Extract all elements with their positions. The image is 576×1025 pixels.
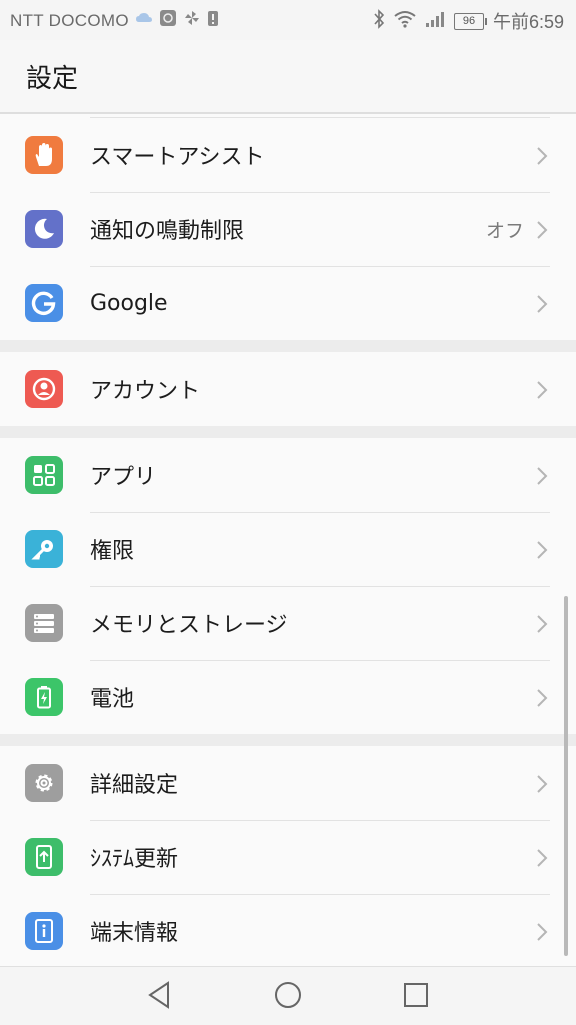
chevron-right-icon bbox=[536, 540, 548, 564]
settings-item-battery[interactable]: 電池 bbox=[0, 660, 576, 734]
storage-icon bbox=[25, 604, 63, 642]
clock: 午前6:59 bbox=[492, 12, 564, 32]
alert-icon bbox=[207, 9, 219, 32]
hand-icon bbox=[25, 136, 63, 174]
chevron-right-icon bbox=[536, 220, 548, 244]
carrier-name: NTT DOCOMO bbox=[10, 10, 129, 30]
home-icon[interactable] bbox=[273, 980, 303, 1014]
group-divider bbox=[0, 734, 576, 746]
chevron-right-icon bbox=[536, 774, 548, 798]
chevron-right-icon bbox=[536, 466, 548, 490]
settings-group: アカウント bbox=[0, 352, 576, 426]
pinwheel-icon bbox=[183, 9, 201, 32]
chevron-right-icon bbox=[536, 294, 548, 318]
group-divider bbox=[0, 340, 576, 352]
wifi-icon bbox=[394, 10, 416, 33]
settings-item-label: メモリとストレージ bbox=[90, 613, 288, 638]
moon-icon bbox=[25, 210, 63, 248]
sim-icon bbox=[159, 9, 177, 32]
chevron-right-icon bbox=[536, 380, 548, 404]
settings-item-label: ｼｽﾃﾑ更新 bbox=[90, 847, 179, 872]
back-icon[interactable] bbox=[146, 980, 174, 1014]
settings-item-apps[interactable]: アプリ bbox=[0, 438, 576, 512]
settings-item-label: 通知の鳴動制限 bbox=[90, 219, 245, 244]
settings-item-label: 電池 bbox=[90, 687, 135, 712]
settings-list[interactable]: スマートアシスト 通知の鳴動制限 オフ Google アカウント アプリ 権限 … bbox=[0, 114, 576, 966]
chevron-right-icon bbox=[536, 848, 548, 872]
recents-icon[interactable] bbox=[402, 980, 430, 1014]
settings-item-permissions[interactable]: 権限 bbox=[0, 512, 576, 586]
gear-icon bbox=[25, 764, 63, 802]
chevron-right-icon bbox=[536, 922, 548, 946]
settings-item-label: 詳細設定 bbox=[90, 773, 179, 798]
google-icon bbox=[25, 284, 63, 322]
page-title: 設定 bbox=[26, 64, 79, 94]
settings-item-label: アカウント bbox=[90, 379, 201, 404]
settings-item-value: オフ bbox=[485, 219, 524, 242]
chevron-right-icon bbox=[536, 688, 548, 712]
settings-item-google[interactable]: Google bbox=[0, 266, 576, 340]
status-bar: NTT DOCOMO 96 午前6:59 bbox=[0, 0, 576, 40]
signal-icon bbox=[425, 10, 445, 33]
chevron-right-icon bbox=[536, 614, 548, 638]
scrollbar[interactable] bbox=[564, 596, 568, 956]
battery-indicator: 96 bbox=[453, 12, 487, 30]
settings-item-label: アプリ bbox=[90, 465, 157, 490]
settings-item-label: 権限 bbox=[90, 539, 135, 564]
key-icon bbox=[25, 530, 63, 568]
settings-item-memory-storage[interactable]: メモリとストレージ bbox=[0, 586, 576, 660]
settings-group: スマートアシスト 通知の鳴動制限 オフ Google bbox=[0, 114, 576, 340]
chevron-right-icon bbox=[536, 146, 548, 170]
settings-group: アプリ 権限 メモリとストレージ 電池 bbox=[0, 438, 576, 734]
navigation-bar bbox=[0, 966, 576, 1025]
apps-icon bbox=[25, 456, 63, 494]
settings-item-smart-assist[interactable]: スマートアシスト bbox=[0, 118, 576, 192]
cloud-sync-icon bbox=[135, 11, 153, 30]
settings-item-label: Google bbox=[90, 290, 168, 316]
bluetooth-icon bbox=[373, 8, 385, 34]
settings-item-about-device[interactable]: 端末情報 bbox=[0, 894, 576, 966]
settings-item-system-update[interactable]: ｼｽﾃﾑ更新 bbox=[0, 820, 576, 894]
system-update-icon bbox=[25, 838, 63, 876]
settings-group: 詳細設定 ｼｽﾃﾑ更新 端末情報 bbox=[0, 746, 576, 966]
info-icon bbox=[25, 912, 63, 950]
settings-item-notification-dnd[interactable]: 通知の鳴動制限 オフ bbox=[0, 192, 576, 266]
settings-item-label: スマートアシスト bbox=[90, 145, 265, 170]
settings-item-label: 端末情報 bbox=[90, 921, 179, 946]
app-bar: 設定 bbox=[0, 40, 576, 114]
settings-item-advanced[interactable]: 詳細設定 bbox=[0, 746, 576, 820]
battery-icon bbox=[25, 678, 63, 716]
group-divider bbox=[0, 426, 576, 438]
account-icon bbox=[25, 370, 63, 408]
settings-item-account[interactable]: アカウント bbox=[0, 352, 576, 426]
